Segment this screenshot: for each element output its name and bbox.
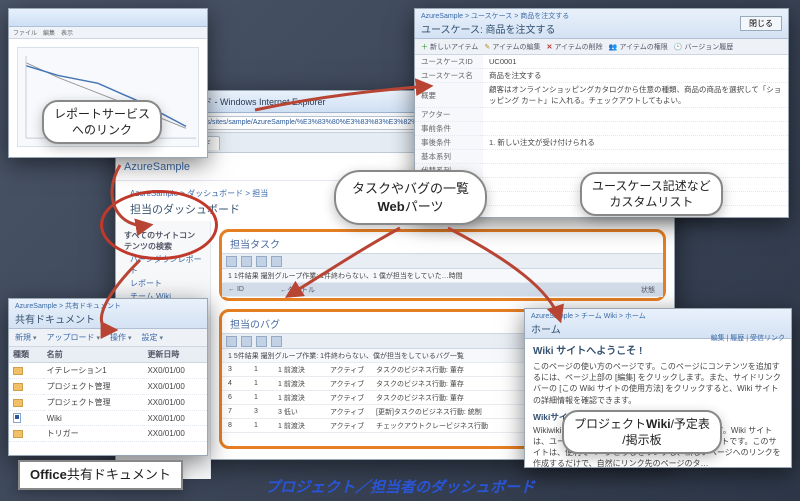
new-menu[interactable]: 新規: [15, 332, 37, 343]
usecase-callout: ユースケース記述などカスタムリスト: [580, 172, 723, 216]
report-callout: レポートサービスへのリンク: [42, 100, 162, 144]
toolbar-refresh-icon[interactable]: [226, 256, 237, 267]
tasks-toolbar: [222, 253, 663, 269]
wiki-right-links[interactable]: 編集 | 履歴 | 受信リンク: [711, 333, 785, 343]
usecase-breadcrumb[interactable]: AzureSample > ユースケース > 商品を注文する: [421, 11, 569, 21]
doclib-panel: AzureSample > 共有ドキュメント 共有ドキュメント 新規 アップロー…: [8, 298, 208, 456]
usecase-toolbar: ＋新しいアイテム ✎アイテムの編集 ✕アイテムの削除 👥アイテムの権限 🕑バージ…: [415, 39, 788, 55]
doclib-header: AzureSample > 共有ドキュメント 共有ドキュメント: [9, 299, 207, 329]
doclib-row[interactable]: プロジェクト管理XX0/01/00: [9, 395, 207, 411]
bug-refresh-icon[interactable]: [226, 336, 237, 347]
toolbar-columns-icon[interactable]: [241, 256, 252, 267]
breadcrumb[interactable]: AzureSample > ダッシュボード > 担当: [130, 189, 268, 198]
col-modified[interactable]: 更新日時: [143, 347, 207, 363]
footer-caption: プロジェクト／担当者のダッシュボード: [0, 476, 800, 497]
folder-icon: [13, 367, 23, 375]
edit-item-button[interactable]: ✎アイテムの編集: [484, 42, 540, 52]
doclib-row[interactable]: WikiXX0/01/00: [9, 411, 207, 426]
tasks-webpart: 担当タスク 1 1件結果 撮別グループ作業: 1件終わらない、1 僕が担当をして…: [219, 229, 666, 301]
settings-menu[interactable]: 設定: [142, 332, 164, 343]
bug-filter-icon[interactable]: [256, 336, 267, 347]
usecase-title: ユースケース: 商品を注文する: [421, 25, 556, 36]
usecase-header: AzureSample > ユースケース > 商品を注文する ユースケース: 商…: [415, 9, 788, 39]
bug-pager-icon[interactable]: [271, 336, 282, 347]
version-item-button[interactable]: 🕑バージョン履歴: [674, 42, 734, 52]
toolbar-filter-icon[interactable]: [256, 256, 267, 267]
usecase-field-row: ユースケース名商品を注文する: [415, 69, 788, 83]
report-menubar: ファイル 編集 表示: [9, 27, 207, 39]
site-name[interactable]: AzureSample: [124, 161, 190, 173]
perm-item-button[interactable]: 👥アイテムの権限: [609, 42, 668, 52]
folder-icon: [13, 430, 23, 438]
folder-icon: [13, 399, 23, 407]
bug-columns-icon[interactable]: [241, 336, 252, 347]
usecase-field-row: アクター: [415, 108, 788, 122]
doclib-toolbar: 新規 アップロード 操作 設定: [9, 329, 207, 347]
tasks-header-row: ← ID ←タイトル 状態: [222, 283, 663, 297]
col-type[interactable]: 種類: [9, 347, 43, 363]
usecase-field-row: 事後条件1. 新しい注文が受け付けられる: [415, 136, 788, 150]
usecase-field-row: 事前条件: [415, 122, 788, 136]
menu-file[interactable]: ファイル: [13, 28, 37, 37]
doclib-row[interactable]: イテレーション1XX0/01/00: [9, 363, 207, 379]
wiki-pagetitle: ホーム: [531, 325, 561, 336]
menu-edit[interactable]: 編集: [43, 28, 55, 37]
nav-burndown[interactable]: バーンダウンレポート: [116, 253, 210, 277]
word-file-icon: [13, 413, 21, 423]
doclib-title: 共有ドキュメント: [15, 315, 95, 326]
folder-icon: [13, 383, 23, 391]
wiki-welcome-body: このページの使い方のページです。このページにコンテンツを追加するには、ページ上部…: [533, 361, 783, 406]
nav-report[interactable]: レポート: [116, 277, 210, 290]
close-button[interactable]: 閉じる: [740, 16, 782, 31]
doclib-table: 種類 名前 更新日時 イテレーション1XX0/01/00プロジェクト管理XX0/…: [9, 347, 207, 442]
tasks-summary: 1 1件結果 撮別グループ作業: 1件終わらない、1 僕が担当をしていた…時間: [222, 269, 663, 283]
doclib-row[interactable]: プロジェクト管理XX0/01/00: [9, 379, 207, 395]
wiki-breadcrumb[interactable]: AzureSample > チーム Wiki > ホーム: [531, 311, 646, 321]
report-window-titlebar: [9, 9, 207, 27]
new-item-button[interactable]: ＋新しいアイテム: [421, 42, 478, 52]
toolbar-pager-icon[interactable]: [271, 256, 282, 267]
delete-item-button[interactable]: ✕アイテムの削除: [547, 42, 603, 52]
doclib-row[interactable]: トリガーXX0/01/00: [9, 426, 207, 442]
actions-menu[interactable]: 操作: [110, 332, 132, 343]
doclib-breadcrumb[interactable]: AzureSample > 共有ドキュメント: [15, 301, 121, 311]
upload-menu[interactable]: アップロード: [47, 332, 101, 343]
webparts-callout: タスクやバグの一覧 Webパーツ: [334, 170, 487, 225]
usecase-field-row: ユースケースIDUC0001: [415, 55, 788, 69]
tasks-title: 担当タスク: [222, 232, 663, 253]
menu-view[interactable]: 表示: [61, 28, 73, 37]
usecase-field-row: 基本系列: [415, 150, 788, 164]
nav-search-label: すべてのサイトコンテンツの検索: [116, 227, 210, 253]
wiki-welcome-head: Wiki サイトへようこそ !: [533, 345, 783, 359]
doclib-header-row: 種類 名前 更新日時: [9, 347, 207, 363]
col-name[interactable]: 名前: [43, 347, 144, 363]
wiki-callout: プロジェクトWiki/予定表 /掲示板: [562, 410, 722, 454]
usecase-field-row: 概要顧客はオンラインショッピングカタログから住意の種類、商品の商品を選択して「シ…: [415, 83, 788, 108]
